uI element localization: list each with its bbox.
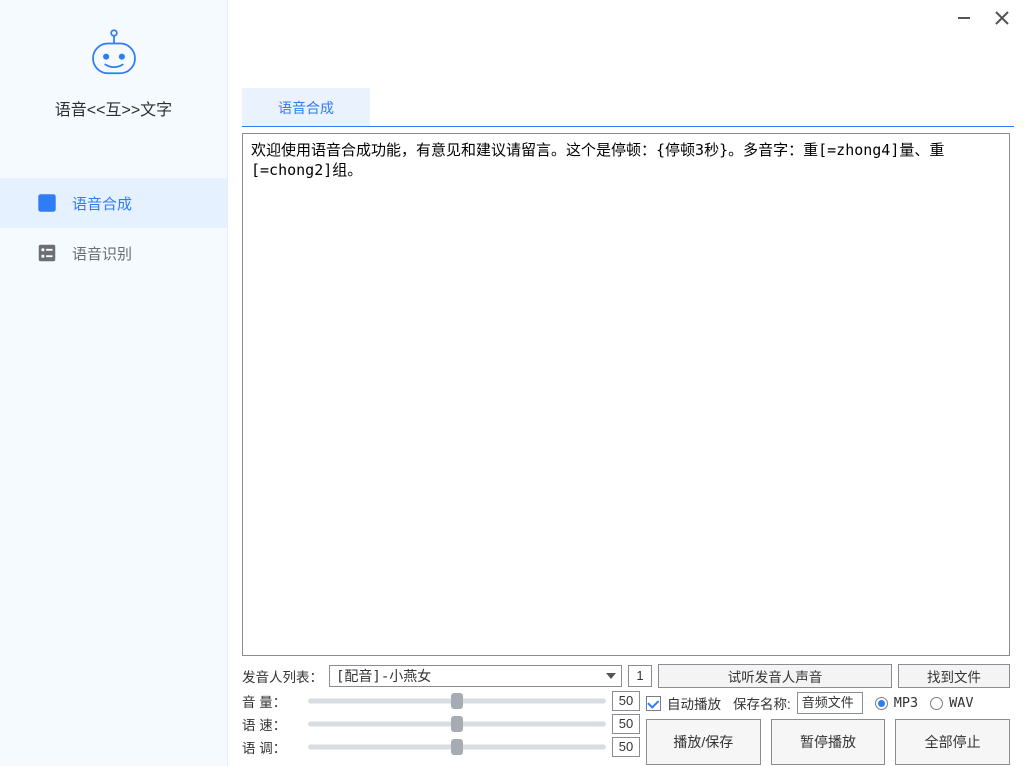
speed-label: 语 速：: [242, 714, 302, 734]
window-close-button[interactable]: [992, 8, 1012, 28]
format-mp3-label: MP3: [894, 695, 918, 711]
preview-voice-button[interactable]: 试听发音人声音: [658, 664, 892, 688]
format-mp3-radio[interactable]: [875, 697, 888, 710]
voice-list-label: 发音人列表：: [242, 666, 323, 686]
play-save-button[interactable]: 播放/保存: [646, 719, 761, 765]
pitch-slider[interactable]: [308, 738, 606, 756]
pitch-label: 语 调：: [242, 737, 302, 757]
stop-all-button[interactable]: 全部停止: [895, 719, 1010, 765]
format-wav-label: WAV: [949, 695, 973, 711]
sidebar-item-recognition[interactable]: 语音识别: [0, 228, 227, 278]
voice-list-combo[interactable]: [配音]-小燕女: [329, 665, 622, 687]
synthesis-text-input[interactable]: [242, 133, 1010, 656]
app-title: 语音<<互>>文字: [55, 96, 172, 120]
volume-slider[interactable]: [308, 692, 606, 710]
voice-list-selected: [配音]-小燕女: [330, 666, 601, 686]
sidebar: 语音<<互>>文字 语音合成 语音识别: [0, 0, 228, 766]
window-minimize-button[interactable]: [954, 8, 974, 28]
find-file-button[interactable]: 找到文件: [898, 664, 1010, 688]
sidebar-item-label: 语音识别: [72, 243, 132, 264]
speed-slider[interactable]: [308, 715, 606, 733]
pitch-value[interactable]: 50: [612, 737, 640, 757]
sidebar-item-synthesis[interactable]: 语音合成: [0, 178, 227, 228]
volume-value[interactable]: 50: [612, 691, 640, 711]
controls-panel: 发音人列表： [配音]-小燕女 1 试听发音人声音 找到文件 音 量：: [236, 660, 1016, 766]
sidebar-item-label: 语音合成: [72, 193, 132, 214]
loop-count-box[interactable]: 1: [628, 665, 652, 687]
checklist-icon: [36, 242, 58, 264]
doc-w-icon: [36, 192, 58, 214]
speed-value[interactable]: 50: [612, 714, 640, 734]
volume-label: 音 量：: [242, 691, 302, 711]
savename-label: 保存名称:: [733, 693, 791, 713]
close-icon: [995, 11, 1009, 25]
format-wav-radio[interactable]: [930, 697, 943, 710]
autoplay-checkbox[interactable]: [646, 696, 661, 711]
autoplay-label: 自动播放: [667, 693, 721, 713]
tab-bar: 语音合成: [242, 88, 1014, 127]
pause-button[interactable]: 暂停播放: [771, 719, 886, 765]
savename-input[interactable]: 音频文件: [797, 692, 863, 714]
robot-logo-icon: [86, 26, 142, 82]
tab-synthesis[interactable]: 语音合成: [242, 88, 370, 126]
chevron-down-icon: [601, 673, 621, 679]
main-panel: 语音合成 发音人列表： [配音]-小燕女 1 试听发音人声音 找到文件: [228, 0, 1024, 766]
